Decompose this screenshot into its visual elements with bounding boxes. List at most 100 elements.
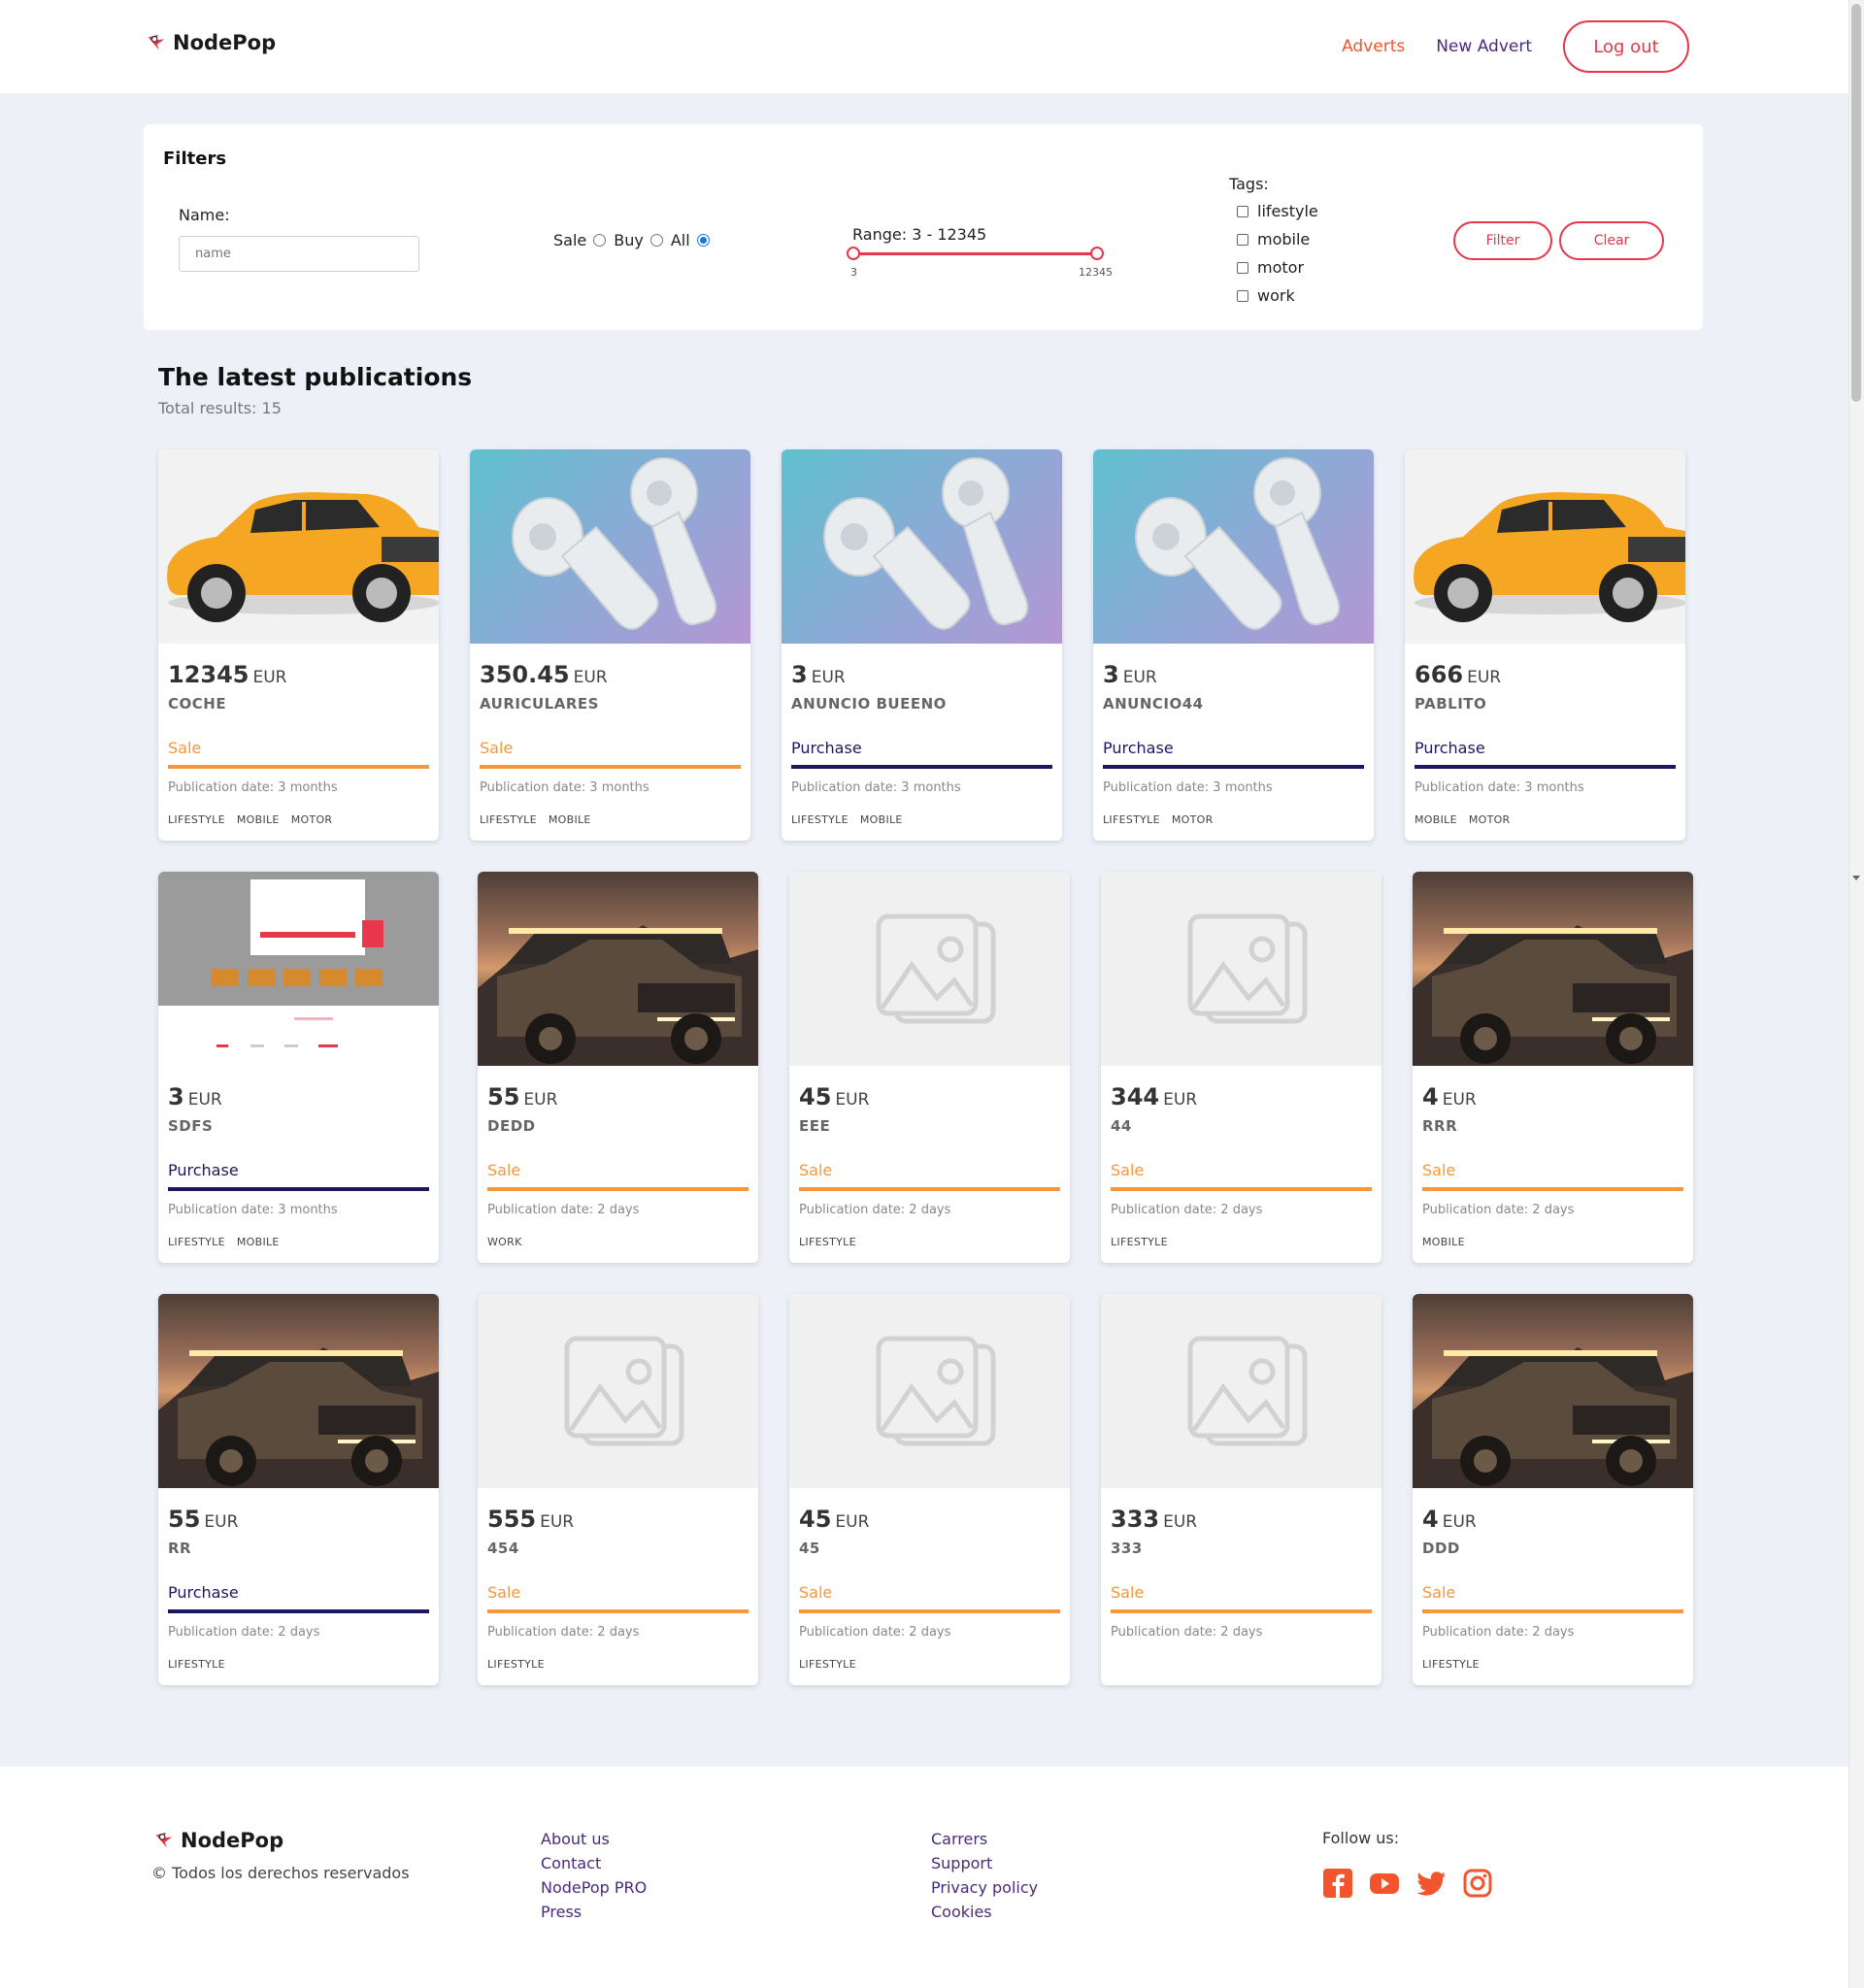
brand-name: NodePop bbox=[173, 31, 277, 54]
youtube-icon[interactable] bbox=[1369, 1868, 1400, 1899]
nav-adverts-link[interactable]: Adverts bbox=[1342, 37, 1405, 56]
brand-logo[interactable]: NodePop bbox=[146, 31, 276, 54]
advert-image[interactable] bbox=[158, 449, 439, 644]
advert-image[interactable] bbox=[1101, 1294, 1381, 1488]
advert-name: RR bbox=[168, 1540, 192, 1557]
advert-image[interactable] bbox=[158, 872, 439, 1066]
advert-type-bar bbox=[487, 1609, 749, 1613]
advert-image[interactable] bbox=[478, 872, 758, 1066]
sale-radio[interactable] bbox=[593, 234, 607, 247]
advert-image[interactable] bbox=[1405, 449, 1685, 644]
advert-tags: LIFESTYLE MOBILE MOTOR bbox=[168, 813, 332, 826]
advert-card[interactable]: 3 EUR SDFS Purchase Publication date: 3 mont… bbox=[158, 872, 439, 1263]
footer-link-press[interactable]: Press bbox=[541, 1902, 647, 1922]
advert-tag: WORK bbox=[487, 1236, 522, 1248]
facebook-icon[interactable] bbox=[1322, 1868, 1353, 1899]
advert-card[interactable]: 344 EUR 44 Sale Publication date: 2 days LIFE… bbox=[1101, 872, 1381, 1263]
advert-image[interactable] bbox=[1101, 872, 1381, 1066]
advert-price-value: 555 bbox=[487, 1506, 537, 1533]
advert-type: Purchase bbox=[168, 1583, 239, 1602]
advert-tags: LIFESTYLE MOTOR bbox=[1103, 813, 1214, 826]
advert-card[interactable]: 45 EUR EEE Sale Publication date: 2 days LIFE… bbox=[789, 872, 1070, 1263]
tag-work-option[interactable]: work bbox=[1237, 286, 1295, 305]
advert-name: AURICULARES bbox=[480, 695, 599, 712]
nav-new-advert-link[interactable]: New Advert bbox=[1436, 37, 1532, 56]
instagram-icon[interactable] bbox=[1462, 1868, 1493, 1899]
top-header: NodePop Adverts New Advert Log out bbox=[0, 0, 1848, 93]
footer-link-cookies[interactable]: Cookies bbox=[931, 1902, 1038, 1922]
advert-type: Sale bbox=[480, 739, 514, 757]
advert-currency: EUR bbox=[1163, 1090, 1198, 1110]
clear-button[interactable]: Clear bbox=[1559, 221, 1664, 260]
advert-tag: LIFESTYLE bbox=[168, 1658, 225, 1671]
tag-motor-option[interactable]: motor bbox=[1237, 258, 1304, 277]
advert-image[interactable] bbox=[1413, 872, 1693, 1066]
advert-card[interactable]: 350.45 EUR AURICULARES Sale Publication date… bbox=[470, 449, 750, 841]
footer-brand-logo[interactable]: NodePop bbox=[153, 1829, 283, 1852]
advert-card[interactable]: 3 EUR ANUNCIO44 Purchase Publication date: 3… bbox=[1093, 449, 1374, 841]
tag-motor-checkbox[interactable] bbox=[1237, 261, 1248, 274]
tag-lifestyle-checkbox[interactable] bbox=[1237, 205, 1248, 217]
filters-title: Filters bbox=[163, 149, 227, 169]
main-nav: Adverts New Advert Log out bbox=[1342, 20, 1689, 73]
advert-image[interactable] bbox=[1413, 1294, 1693, 1488]
advert-price-value: 350.45 bbox=[480, 661, 570, 688]
tag-lifestyle-option[interactable]: lifestyle bbox=[1237, 202, 1318, 220]
tag-mobile-checkbox[interactable] bbox=[1237, 233, 1248, 246]
twitter-icon[interactable] bbox=[1415, 1868, 1447, 1899]
advert-name: DEDD bbox=[487, 1117, 536, 1135]
advert-card[interactable]: 333 EUR 333 Sale Publication date: 2 days bbox=[1101, 1294, 1381, 1685]
footer-link-support[interactable]: Support bbox=[931, 1853, 1038, 1873]
advert-card[interactable]: 4 EUR RRR Sale Publication date: 2 days MOBIL… bbox=[1413, 872, 1693, 1263]
footer-link-carrers[interactable]: Carrers bbox=[931, 1829, 1038, 1849]
footer-link-about[interactable]: About us bbox=[541, 1829, 647, 1849]
tag-mobile-option[interactable]: mobile bbox=[1237, 230, 1310, 248]
range-max-value: 12345 bbox=[1079, 266, 1113, 279]
advert-price: 3 EUR bbox=[168, 1083, 222, 1110]
scrollbar-thumb[interactable] bbox=[1851, 4, 1861, 402]
advert-image[interactable] bbox=[478, 1294, 758, 1488]
buy-radio[interactable] bbox=[649, 234, 663, 247]
range-max-handle[interactable] bbox=[1090, 247, 1104, 260]
advert-card[interactable]: 12345 EUR COCHE Sale Publication date: 3 mon… bbox=[158, 449, 439, 841]
advert-card[interactable]: 55 EUR RR Purchase Publication date: 2 days L… bbox=[158, 1294, 439, 1685]
advert-image[interactable] bbox=[158, 1294, 439, 1488]
advert-tag: LIFESTYLE bbox=[799, 1658, 856, 1671]
advert-currency: EUR bbox=[1442, 1090, 1477, 1110]
advert-image[interactable] bbox=[789, 872, 1070, 1066]
filter-button[interactable]: Filter bbox=[1453, 221, 1552, 260]
advert-image[interactable] bbox=[1093, 449, 1374, 644]
all-radio[interactable] bbox=[696, 234, 710, 247]
advert-image[interactable] bbox=[782, 449, 1062, 644]
scroll-down-arrow-icon[interactable] bbox=[1852, 876, 1860, 880]
scrollbar[interactable] bbox=[1848, 0, 1864, 1988]
advert-card[interactable]: 4 EUR DDD Sale Publication date: 2 days LIFES… bbox=[1413, 1294, 1693, 1685]
footer-link-pro[interactable]: NodePop PRO bbox=[541, 1877, 647, 1898]
advert-tags: LIFESTYLE bbox=[168, 1658, 225, 1671]
advert-card[interactable]: 3 EUR ANUNCIO BUEENO Purchase Publication da… bbox=[782, 449, 1062, 841]
advert-card[interactable]: 555 EUR 454 Sale Publication date: 2 days LIF… bbox=[478, 1294, 758, 1685]
advert-currency: EUR bbox=[835, 1090, 870, 1110]
name-input[interactable] bbox=[179, 236, 419, 272]
advert-card[interactable]: 55 EUR DEDD Sale Publication date: 2 days WOR… bbox=[478, 872, 758, 1263]
advert-price-value: 4 bbox=[1422, 1506, 1439, 1533]
all-radio-label: All bbox=[670, 231, 690, 249]
name-label: Name: bbox=[179, 206, 230, 224]
advert-image[interactable] bbox=[470, 449, 750, 644]
advert-name: 333 bbox=[1111, 1540, 1143, 1557]
advert-type: Sale bbox=[799, 1161, 833, 1179]
footer-link-privacy[interactable]: Privacy policy bbox=[931, 1877, 1038, 1898]
advert-image[interactable] bbox=[789, 1294, 1070, 1488]
advert-card[interactable]: 45 EUR 45 Sale Publication date: 2 days LIFES… bbox=[789, 1294, 1070, 1685]
advert-card[interactable]: 666 EUR PABLITO Purchase Publication date: 3… bbox=[1405, 449, 1685, 841]
advert-tags: LIFESTYLE bbox=[1422, 1658, 1480, 1671]
logout-button[interactable]: Log out bbox=[1563, 20, 1689, 73]
range-slider-track[interactable] bbox=[852, 252, 1097, 255]
footer-link-contact[interactable]: Contact bbox=[541, 1853, 647, 1873]
advert-type: Purchase bbox=[791, 739, 862, 757]
advert-publication-date: Publication date: 2 days bbox=[1111, 1203, 1263, 1217]
advert-tags: LIFESTYLE MOBILE bbox=[480, 813, 591, 826]
range-min-handle[interactable] bbox=[847, 247, 860, 260]
advert-tag: MOBILE bbox=[1422, 1236, 1465, 1248]
tag-work-checkbox[interactable] bbox=[1237, 289, 1248, 302]
